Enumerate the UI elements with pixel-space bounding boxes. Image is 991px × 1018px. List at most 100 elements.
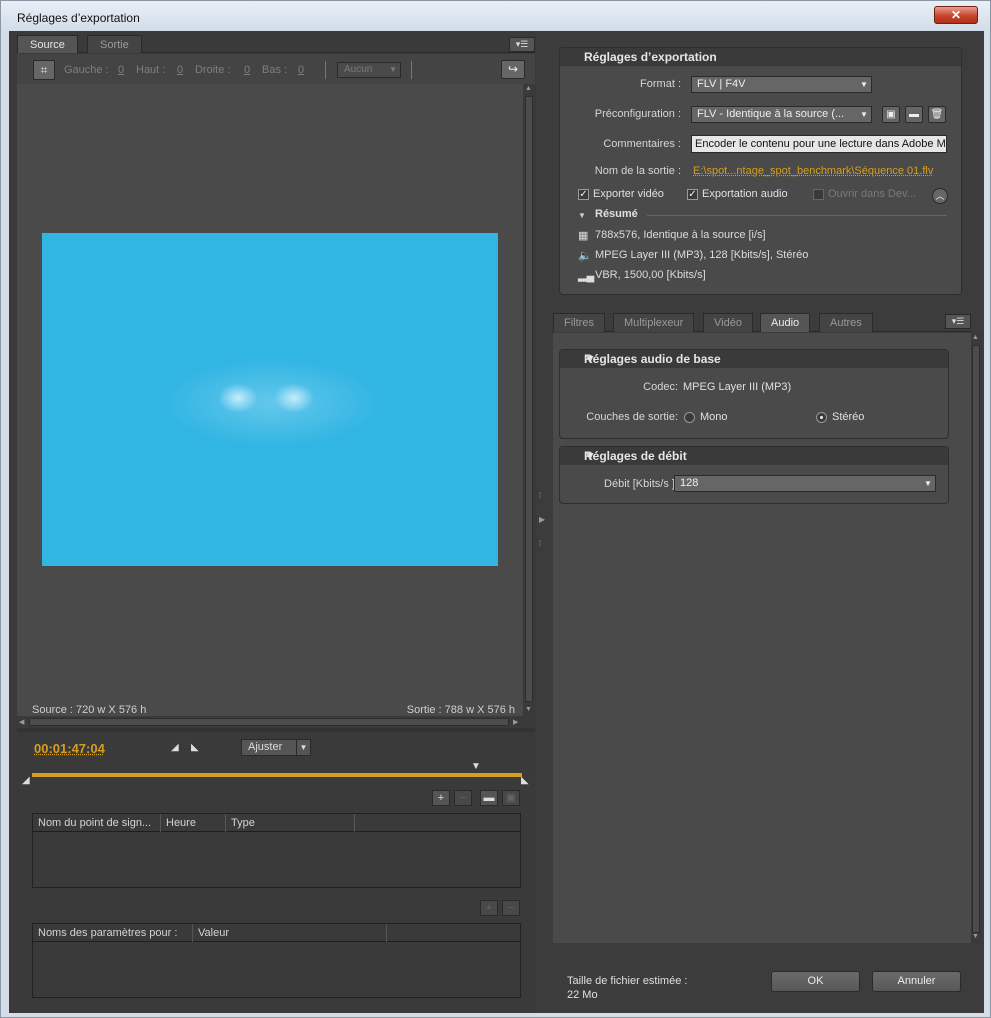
table-header: Nom du point de sign... Heure Type bbox=[33, 814, 520, 832]
column-type[interactable]: Type bbox=[226, 814, 355, 832]
video-glow bbox=[162, 358, 382, 448]
export-panel: Réglages d’exportation Format : FLV | F4… bbox=[545, 31, 984, 1013]
in-point-handle-icon[interactable]: ◢ bbox=[22, 775, 30, 786]
format-dropdown[interactable]: FLV | F4V ▼ bbox=[691, 76, 872, 93]
fit-value: Ajuster bbox=[248, 741, 283, 753]
add-cue-point-button[interactable]: + bbox=[432, 790, 450, 806]
speaker-icon: 🔈 bbox=[578, 250, 592, 262]
settings-scrollbar[interactable]: ▲ ▼ bbox=[971, 333, 982, 945]
grip-icon: ⁞ bbox=[539, 491, 542, 500]
scroll-left-icon[interactable]: ◀ bbox=[19, 718, 24, 726]
add-parameter-button[interactable]: + bbox=[480, 900, 498, 916]
remove-cue-point-button[interactable]: − bbox=[454, 790, 472, 806]
tab-others[interactable]: Autres bbox=[819, 313, 873, 332]
tab-audio[interactable]: Audio bbox=[760, 313, 811, 332]
video-glow bbox=[218, 383, 258, 413]
tab-multiplexer[interactable]: Multiplexeur bbox=[613, 313, 695, 332]
output-name-link[interactable]: E:\spot...ntage_spot_benchmark\Séquence … bbox=[693, 165, 949, 177]
set-out-point-icon[interactable]: ◣ bbox=[191, 742, 199, 753]
group-title: Réglages de débit bbox=[584, 449, 687, 463]
preset-value: FLV - Identique à la source (... bbox=[697, 108, 845, 120]
export-settings-section: Réglages d’exportation Format : FLV | F4… bbox=[559, 47, 962, 295]
parameters-table: Noms des paramètres pour : Valeur bbox=[32, 923, 521, 998]
group-header[interactable]: ▼ Réglages de débit bbox=[560, 447, 948, 465]
column-cue-name[interactable]: Nom du point de sign... bbox=[33, 814, 161, 832]
window-title: Réglages d’exportation bbox=[17, 11, 140, 25]
preview-vertical-scrollbar[interactable]: ▲ ▼ bbox=[523, 84, 535, 718]
import-preset-icon[interactable]: ▬ bbox=[905, 106, 923, 123]
group-header[interactable]: ▼ Réglages audio de base bbox=[560, 350, 948, 368]
scroll-up-icon[interactable]: ▲ bbox=[525, 85, 532, 92]
export-audio-checkbox[interactable]: ✓ bbox=[687, 189, 698, 200]
preset-dropdown[interactable]: FLV - Identique à la source (... ▼ bbox=[691, 106, 872, 123]
save-preset-icon[interactable]: ▣ bbox=[882, 106, 900, 123]
remove-parameter-button[interactable]: − bbox=[502, 900, 520, 916]
mono-radio[interactable] bbox=[684, 412, 695, 423]
output-size-label: Sortie : 788 w X 576 h bbox=[406, 704, 515, 716]
tab-output[interactable]: Sortie bbox=[87, 35, 142, 53]
crop-bottom-value[interactable]: 0 bbox=[298, 64, 304, 76]
folder-icon[interactable]: ▬ bbox=[480, 790, 498, 806]
codec-value: MPEG Layer III (MP3) bbox=[683, 381, 792, 393]
crop-left-value[interactable]: 0 bbox=[118, 64, 124, 76]
panel-menu-icon[interactable]: ▾☰ bbox=[945, 314, 971, 329]
out-point-handle-icon[interactable]: ◣ bbox=[521, 775, 529, 786]
timeline-range[interactable] bbox=[32, 773, 522, 777]
scroll-right-icon[interactable]: ▶ bbox=[513, 718, 518, 726]
cancel-button[interactable]: Annuler bbox=[872, 971, 961, 992]
chevron-down-icon: ▼ bbox=[296, 740, 310, 755]
tab-source[interactable]: Source bbox=[17, 35, 78, 53]
format-value: FLV | F4V bbox=[697, 78, 746, 90]
crop-icon[interactable]: ⌗ bbox=[33, 60, 55, 80]
video-frame bbox=[42, 233, 498, 566]
scroll-down-icon[interactable]: ▼ bbox=[525, 706, 532, 713]
tab-filters[interactable]: Filtres bbox=[553, 313, 605, 332]
fit-dropdown[interactable]: Ajuster ▼ bbox=[241, 739, 311, 756]
chevron-down-icon: ▼ bbox=[921, 476, 935, 491]
scroll-thumb[interactable] bbox=[972, 345, 980, 933]
bitrate-icon: ▂▄ bbox=[578, 270, 595, 282]
close-button[interactable]: ✕ bbox=[934, 6, 978, 24]
summary-video: 788x576, Identique à la source [i/s] bbox=[595, 229, 766, 241]
preview-horizontal-scrollbar[interactable]: ◀ ▶ bbox=[17, 716, 523, 728]
channels-label: Couches de sortie: bbox=[586, 411, 678, 423]
column-time[interactable]: Heure bbox=[161, 814, 226, 832]
bitrate-dropdown[interactable]: 128 ▼ bbox=[674, 475, 936, 492]
source-size-label: Source : 720 w X 576 h bbox=[32, 704, 147, 716]
column-value[interactable]: Valeur bbox=[193, 924, 387, 942]
ok-button[interactable]: OK bbox=[771, 971, 860, 992]
dialog-client: Source Sortie ▾☰ ⌗ Gauche : 0 Haut : 0 D… bbox=[9, 31, 984, 1013]
stereo-radio[interactable] bbox=[816, 412, 827, 423]
scroll-down-icon[interactable]: ▼ bbox=[972, 933, 979, 940]
video-glow bbox=[274, 383, 314, 413]
bitrate-label: Débit [Kbits/s ]: bbox=[604, 478, 678, 490]
twisty-icon[interactable]: ▼ bbox=[578, 211, 586, 220]
tab-video[interactable]: Vidéo bbox=[703, 313, 753, 332]
playhead-icon[interactable]: ▼ bbox=[471, 761, 481, 772]
source-tabs: Source Sortie ▾☰ bbox=[17, 35, 535, 53]
crop-left-label: Gauche : bbox=[64, 64, 109, 76]
crop-top-value[interactable]: 0 bbox=[177, 64, 183, 76]
rotate-icon[interactable]: ↪ bbox=[501, 60, 525, 79]
collapse-icon[interactable]: ︿ bbox=[932, 188, 948, 204]
export-video-checkbox[interactable]: ✓ bbox=[578, 189, 589, 200]
output-name-label: Nom de la sortie : bbox=[594, 165, 681, 177]
crop-ratio-dropdown[interactable]: Aucun ▼ bbox=[337, 62, 401, 78]
panel-menu-icon[interactable]: ▾☰ bbox=[509, 37, 535, 52]
comments-field[interactable]: Encoder le contenu pour une lecture dans… bbox=[691, 135, 947, 153]
open-in-device-checkbox[interactable] bbox=[813, 189, 824, 200]
save-icon[interactable]: ▣ bbox=[502, 790, 520, 806]
bitrate-value: 128 bbox=[680, 477, 699, 489]
panel-splitter[interactable]: ⁞ ▶ ⁞ bbox=[537, 31, 545, 1013]
set-in-point-icon[interactable]: ◢ bbox=[171, 742, 179, 753]
chevron-down-icon: ▼ bbox=[857, 107, 871, 122]
delete-preset-icon[interactable]: 🗑 bbox=[928, 106, 946, 123]
crop-top-label: Haut : bbox=[136, 64, 166, 76]
scroll-thumb[interactable] bbox=[525, 96, 533, 702]
chevron-down-icon: ▼ bbox=[857, 77, 871, 92]
scroll-thumb[interactable] bbox=[29, 718, 509, 726]
timecode[interactable]: 00:01:47:04 bbox=[34, 741, 105, 756]
crop-right-value[interactable]: 0 bbox=[244, 64, 250, 76]
column-parameter-name[interactable]: Noms des paramètres pour : bbox=[33, 924, 193, 942]
scroll-up-icon[interactable]: ▲ bbox=[972, 334, 979, 341]
